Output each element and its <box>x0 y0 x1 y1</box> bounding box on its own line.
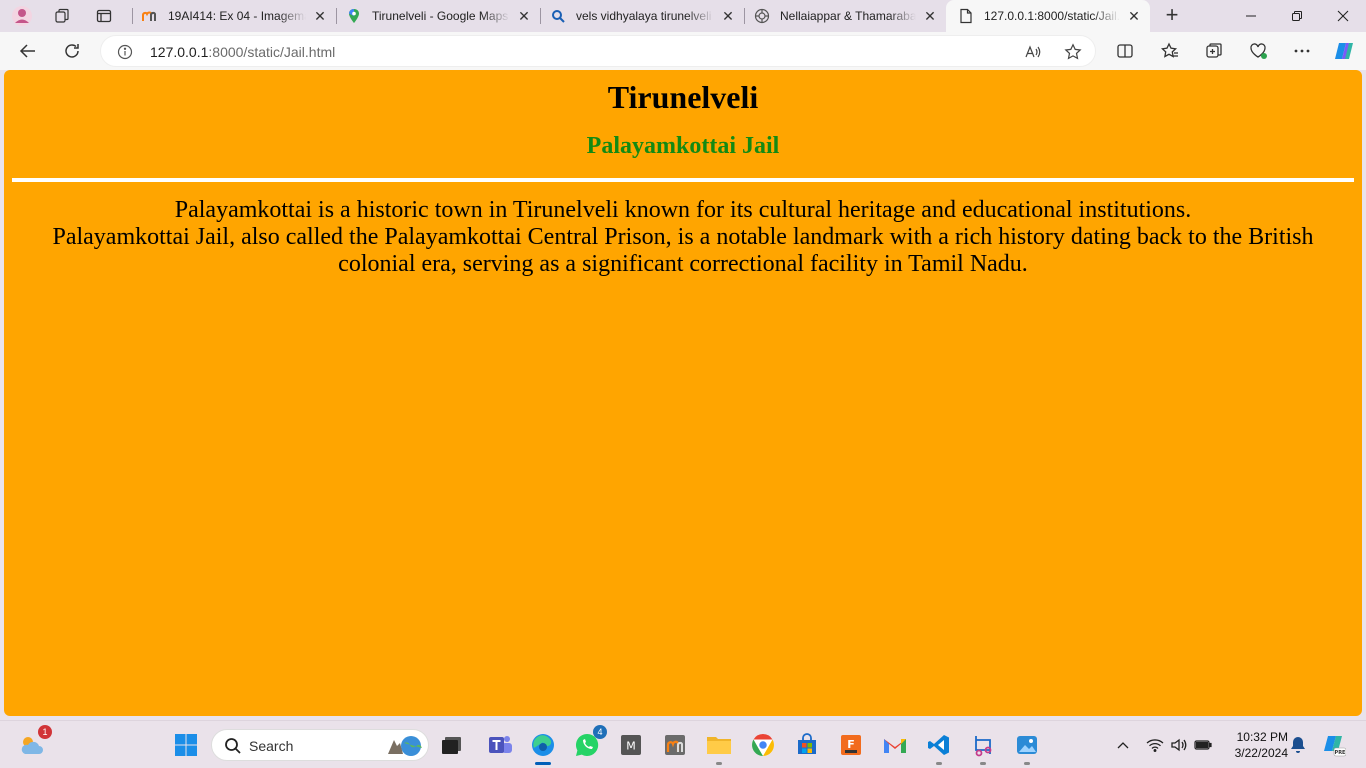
search-icon <box>550 8 566 24</box>
photos-icon[interactable] <box>1013 731 1041 765</box>
address-bar[interactable]: 127.0.0.1:8000/static/Jail.html <box>100 35 1096 67</box>
browser-essentials-icon[interactable] <box>1244 38 1272 64</box>
running-indicator <box>1024 762 1030 765</box>
chrome-google-icon[interactable] <box>749 731 777 759</box>
refresh-icon[interactable] <box>58 38 86 64</box>
tab-separator <box>744 8 745 24</box>
tab-active-jail-page[interactable]: 127.0.0.1:8000/static/Jail.html ✕ <box>946 0 1150 32</box>
snipping-tool-icon[interactable] <box>969 731 997 765</box>
edge-browser-icon[interactable] <box>529 731 557 765</box>
tab-chatgpt[interactable]: Nellaiappar & Thamarabarani ✕ <box>744 0 946 32</box>
tab-separator <box>132 8 133 24</box>
browser-toolbar: 127.0.0.1:8000/static/Jail.html <box>0 32 1366 70</box>
tab-label: vels vidhyalaya tirunelveli <box>576 9 712 23</box>
tab-actions-icon[interactable] <box>90 4 118 28</box>
split-screen-icon[interactable] <box>1111 38 1139 64</box>
collections-icon[interactable] <box>1200 38 1228 64</box>
notification-bell-icon[interactable] <box>1288 735 1308 755</box>
search-icon <box>224 737 242 755</box>
svg-text:M: M <box>626 740 636 753</box>
more-options-icon[interactable] <box>1288 38 1316 64</box>
task-view-icon[interactable] <box>438 731 466 759</box>
weather-badge: 1 <box>38 725 52 739</box>
fusion-360-icon[interactable]: F <box>837 731 865 759</box>
whatsapp-icon[interactable]: 4 <box>573 725 607 759</box>
site-info-icon[interactable] <box>117 44 133 60</box>
clock-date: 3/22/2024 <box>1234 746 1288 760</box>
teams-icon[interactable] <box>486 731 514 759</box>
gmail-icon[interactable] <box>881 731 909 759</box>
page-description: Palayamkottai is a historic town in Tiru… <box>44 197 1322 278</box>
whatsapp-badge: 4 <box>593 725 607 739</box>
page-subtitle: Palayamkottai Jail <box>586 133 780 159</box>
start-windows-icon[interactable] <box>172 731 200 759</box>
weather-widget-icon[interactable]: 1 <box>18 725 52 759</box>
close-icon[interactable]: ✕ <box>516 8 532 24</box>
clock-time: 10:32 PM <box>1236 730 1288 744</box>
show-hidden-icons-chevron-up-icon[interactable] <box>1113 735 1133 755</box>
chatgpt-icon <box>754 8 770 24</box>
tab-label: 127.0.0.1:8000/static/Jail.html <box>984 9 1120 23</box>
taskbar: 1 Search 4 M F 10:32 PM 3/22/2024 PRE <box>0 720 1366 768</box>
maps-pin-icon <box>346 8 362 24</box>
favorite-star-icon[interactable] <box>1061 40 1085 64</box>
back-arrow-icon[interactable] <box>14 38 42 64</box>
running-indicator <box>980 762 986 765</box>
page-title: Tirunelveli <box>607 79 759 115</box>
url-text[interactable]: 127.0.0.1:8000/static/Jail.html <box>150 44 335 60</box>
tab-separator <box>540 8 541 24</box>
close-icon[interactable]: ✕ <box>720 8 736 24</box>
minimize-button[interactable] <box>1228 0 1274 32</box>
system-clock[interactable]: 10:32 PM 3/22/2024 <box>1222 729 1288 761</box>
tab-strip: 19AI414: Ex 04 - Imagemap ✕ Tirunelveli … <box>0 0 1366 32</box>
moodle-icon <box>142 8 158 24</box>
running-indicator <box>535 762 551 765</box>
battery-icon[interactable] <box>1193 735 1213 755</box>
url-path: :8000/static/Jail.html <box>208 44 336 60</box>
file-explorer-icon[interactable] <box>705 731 733 765</box>
microsoft-store-icon[interactable] <box>793 731 821 759</box>
app-m-icon[interactable]: M <box>617 731 645 759</box>
tab-label: Tirunelveli - Google Maps <box>372 9 509 23</box>
close-window-button[interactable] <box>1320 0 1366 32</box>
running-indicator <box>716 762 722 765</box>
tab-search[interactable]: vels vidhyalaya tirunelveli ✕ <box>540 0 744 32</box>
description-line-2: Palayamkottai Jail, also called the Pala… <box>52 224 1314 277</box>
favorites-icon[interactable] <box>1156 38 1184 64</box>
svg-text:F: F <box>847 738 855 751</box>
horizontal-rule <box>12 178 1354 182</box>
read-aloud-icon[interactable] <box>1021 40 1045 64</box>
new-tab-button[interactable]: + <box>1160 4 1184 28</box>
restore-button[interactable] <box>1274 0 1320 32</box>
volume-icon[interactable] <box>1169 735 1189 755</box>
vscode-icon[interactable] <box>925 731 953 765</box>
moodle-app-icon[interactable] <box>661 731 689 759</box>
page-icon <box>958 8 974 24</box>
copilot-icon[interactable] <box>1330 38 1358 64</box>
close-icon[interactable]: ✕ <box>1126 8 1142 24</box>
profile-avatar-icon[interactable] <box>8 4 36 28</box>
tab-separator <box>336 8 337 24</box>
page-viewport: Tirunelveli Palayamkottai Jail Palayamko… <box>4 70 1362 716</box>
tab-google-maps[interactable]: Tirunelveli - Google Maps ✕ <box>336 0 540 32</box>
url-host: 127.0.0.1 <box>150 44 209 60</box>
tab-label: 19AI414: Ex 04 - Imagemap <box>168 9 306 23</box>
tab-label: Nellaiappar & Thamarabarani <box>780 9 916 23</box>
search-placeholder: Search <box>249 738 294 754</box>
wifi-icon[interactable] <box>1145 735 1165 755</box>
svg-text:PRE: PRE <box>1335 750 1346 756</box>
running-indicator <box>936 762 942 765</box>
copilot-preview-icon[interactable]: PRE <box>1322 733 1346 757</box>
tab-moodle[interactable]: 19AI414: Ex 04 - Imagemap ✕ <box>132 0 336 32</box>
close-icon[interactable]: ✕ <box>922 8 938 24</box>
search-highlight-globe-icon <box>384 734 424 758</box>
workspaces-icon[interactable] <box>48 4 76 28</box>
taskbar-search[interactable]: Search <box>211 729 429 761</box>
close-icon[interactable]: ✕ <box>312 8 328 24</box>
description-line-1: Palayamkottai is a historic town in Tiru… <box>174 197 1192 223</box>
